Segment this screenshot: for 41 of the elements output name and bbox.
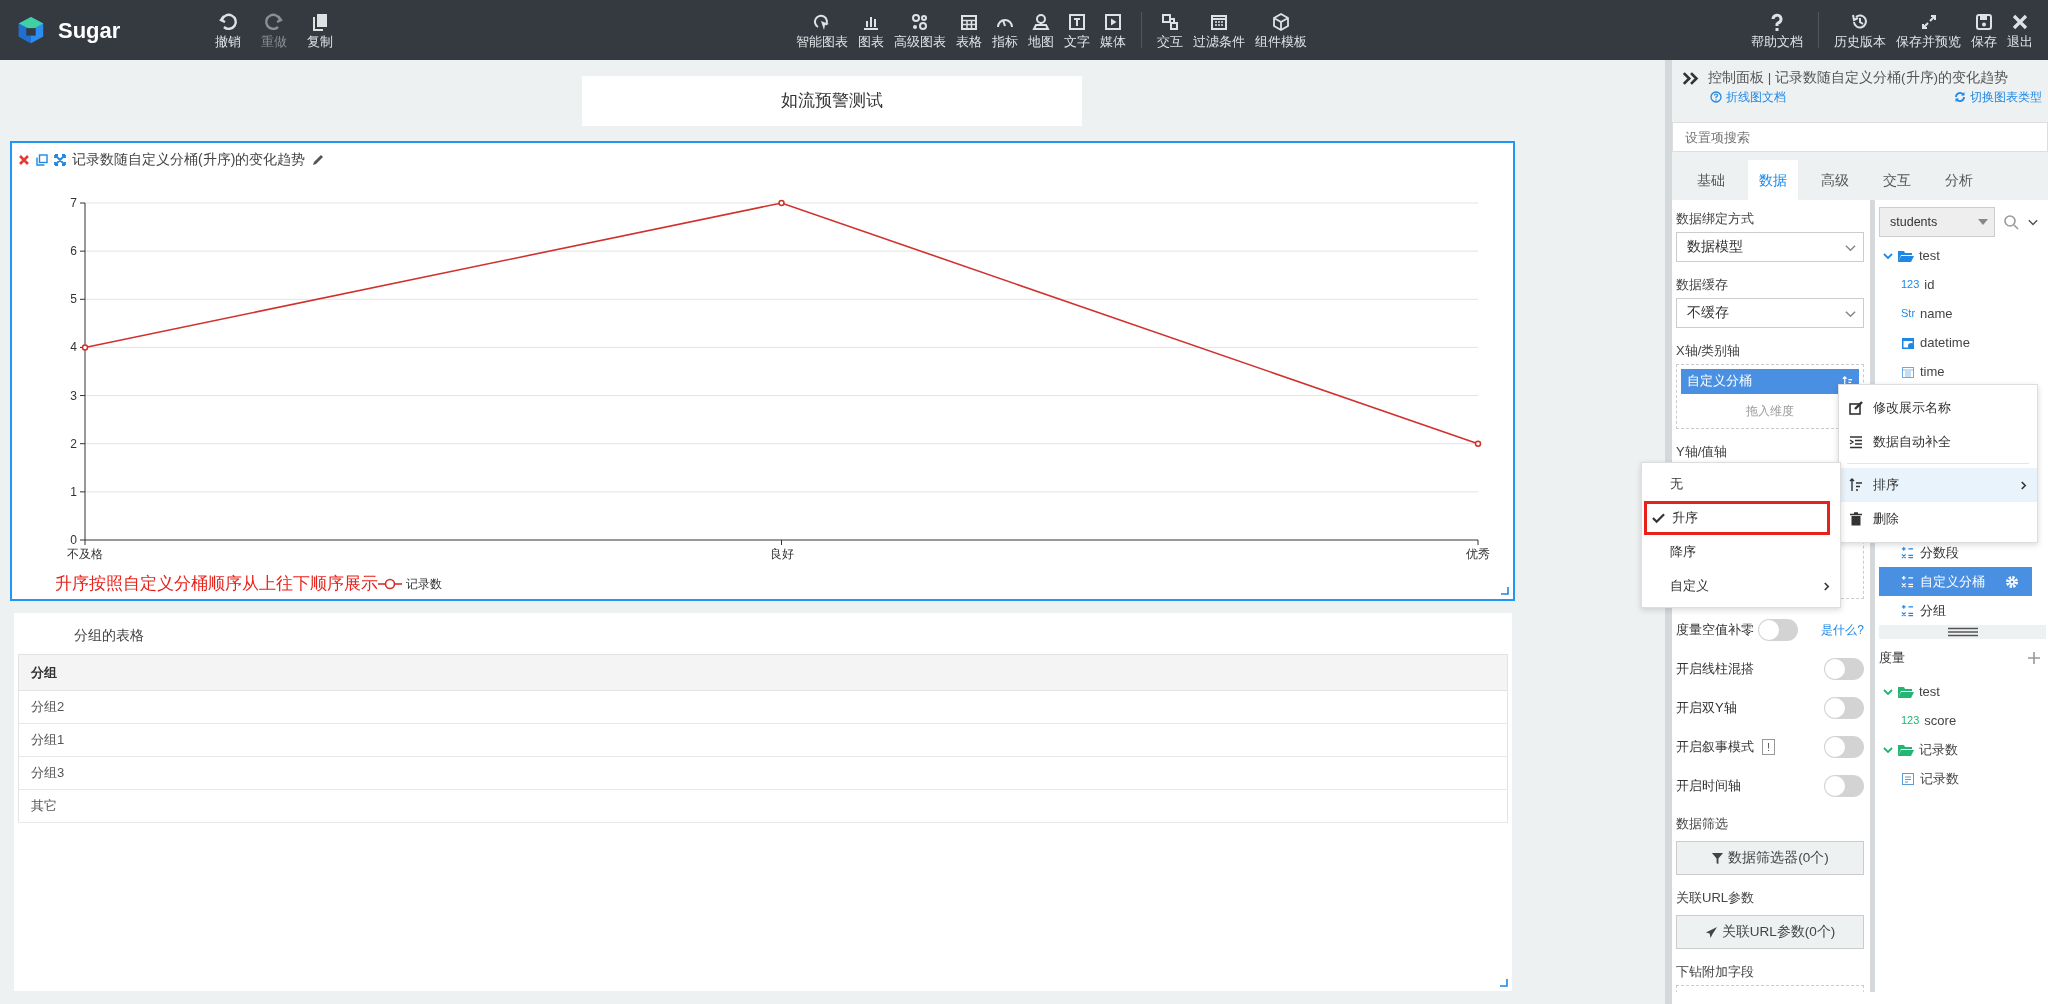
table-cell: 分组3 [18,756,1508,790]
x-tick-label: 良好 [769,547,794,561]
y-tick-label: 5 [70,292,77,307]
y-tick-label: 6 [70,244,77,259]
setting-label: 开启线柱混搭 [1676,660,1754,679]
column-header: 分组 [18,654,1508,691]
setting-label: Y轴/值轴 [1676,443,1729,461]
x-tick-label: 不及格 [67,547,103,561]
field-type-tag: Str [1901,305,1916,322]
setting-label: 数据缓存 [1676,276,1729,294]
setting-label: 开启时间轴 [1676,777,1741,796]
app-logo-text: Sugar [58,16,121,45]
chart-annotation: 升序按照自定义分桶顺序从上往下顺序展示 [54,573,378,595]
field-type-tag: 123 [1901,276,1920,293]
drop-hint: 拖入维度 [1746,404,1794,418]
table-cell: 分组2 [18,690,1508,724]
chart-title: 记录数随自定义分桶(升序)的变化趋势 [72,150,306,169]
table-title: 分组的表格 [73,626,145,645]
panel-title: 控制面板 | 记录数随自定义分桶(升序)的变化趋势 [1708,69,2008,87]
y-tick-label: 7 [70,196,77,210]
setting-label: 数据绑定方式 [1676,210,1755,228]
setting-label: X轴/类别轴 [1676,342,1742,360]
section-title: 度量 [1879,649,1905,668]
setting-label: 关联URL参数 [1676,889,1755,907]
table-cell: 分组1 [18,723,1508,757]
setting-label: 度量空值补零 [1676,621,1754,640]
setting-label: 下钻附加字段 [1676,963,1755,981]
x-tick-label: 优秀 [1466,547,1490,561]
y-tick-label: 0 [70,533,77,547]
field-type-tag: 123 [1901,712,1920,729]
setting-label: 开启双Y轴 [1676,699,1737,718]
y-tick-label: 3 [70,388,77,403]
legend-label: 记录数 [406,575,442,593]
setting-label: 数据筛选 [1676,815,1729,833]
table-cell: 其它 [18,789,1508,823]
info-mark: ! [1762,739,1776,755]
y-tick-label: 1 [70,484,77,499]
y-tick-label: 4 [70,340,77,355]
setting-label: 开启叙事模式 [1676,738,1754,757]
y-tick-label: 2 [70,436,77,451]
page-title: 如流预警测试 [582,76,1082,126]
